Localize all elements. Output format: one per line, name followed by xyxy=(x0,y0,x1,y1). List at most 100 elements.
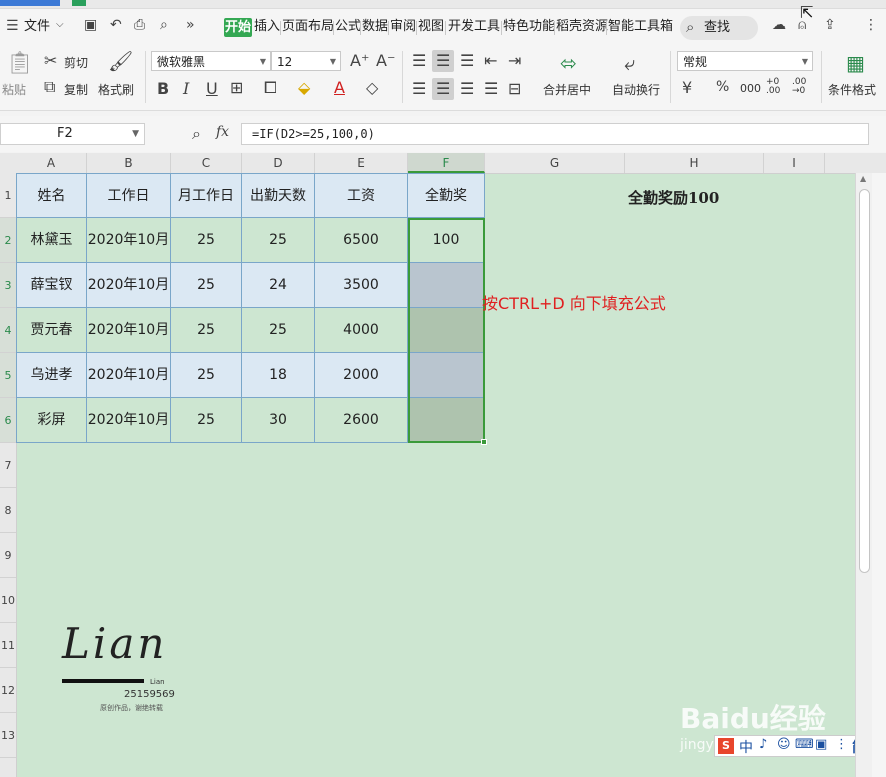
font-size-combo[interactable]: 12 ▼ xyxy=(271,51,341,71)
cell-style-icon[interactable]: ⧠ xyxy=(264,78,277,98)
menu-file[interactable]: 文件 xyxy=(24,18,50,36)
scissors-icon[interactable]: ✂ xyxy=(44,51,57,70)
cell-attendance-days[interactable]: 30 xyxy=(242,398,315,443)
copy-icon[interactable]: ⧉ xyxy=(44,77,55,97)
clear-format-icon[interactable]: ◇ xyxy=(366,78,378,97)
thousands-separator-button[interactable]: 000 xyxy=(740,82,761,95)
merge-center-icon[interactable]: ⬄ xyxy=(560,51,577,75)
doc-tab-active[interactable] xyxy=(0,0,60,6)
justify-icon[interactable]: ☰ xyxy=(484,79,498,98)
cell-month-workdays[interactable]: 25 xyxy=(171,398,242,443)
align-bottom-icon[interactable]: ☰ xyxy=(460,51,474,70)
row-header-7[interactable]: 7 xyxy=(0,443,16,488)
column-header-h[interactable]: H xyxy=(625,153,764,173)
conditional-format-button[interactable]: 条件格式 xyxy=(828,81,876,98)
print-preview-icon[interactable]: ⌕ xyxy=(160,17,168,33)
ime-punct-icon[interactable]: ♪ xyxy=(759,737,767,752)
paste-icon[interactable]: 📋︎ xyxy=(6,51,34,76)
cell-name[interactable]: 薛宝钗 xyxy=(16,263,87,308)
bold-button[interactable]: B xyxy=(157,79,169,98)
copy-button[interactable]: 复制 xyxy=(64,81,88,98)
fill-color-icon[interactable]: ⬙ xyxy=(298,78,310,97)
borders-icon[interactable]: ⊞ xyxy=(230,78,243,97)
row-header-3[interactable]: 3 xyxy=(0,263,16,308)
cell-month-workdays[interactable]: 25 xyxy=(171,353,242,398)
column-header-e[interactable]: E xyxy=(315,153,408,173)
cut-button[interactable]: 剪切 xyxy=(64,54,88,71)
cell-attendance-days[interactable]: 25 xyxy=(242,218,315,263)
cell-salary[interactable]: 2600 xyxy=(315,398,408,443)
tab-formulas[interactable]: 公式 xyxy=(335,18,361,36)
selection-range[interactable] xyxy=(408,218,485,443)
align-left-icon[interactable]: ☰ xyxy=(412,79,426,98)
currency-button[interactable]: ¥ xyxy=(682,78,692,97)
hamburger-menu-icon[interactable]: ☰ xyxy=(6,18,19,34)
vertical-scrollbar[interactable]: ▲ xyxy=(855,173,873,777)
row-header-13[interactable]: 13 xyxy=(0,713,16,758)
row-header-5[interactable]: 5 xyxy=(0,353,16,398)
percent-button[interactable]: % xyxy=(716,79,729,95)
cell-name[interactable]: 林黛玉 xyxy=(16,218,87,263)
share-icon[interactable]: ⇪ xyxy=(824,17,836,33)
row-header-1[interactable]: 1 xyxy=(0,173,16,218)
column-header-a[interactable]: A xyxy=(16,153,87,173)
font-name-combo[interactable]: 微软雅黑 ▼ xyxy=(151,51,271,71)
save-icon[interactable]: ▣ xyxy=(84,17,97,33)
underline-button[interactable]: U xyxy=(206,79,218,98)
cell-salary[interactable]: 4000 xyxy=(315,308,408,353)
ime-more-icon[interactable]: ⋮ xyxy=(835,737,848,752)
cell-month-workdays[interactable]: 25 xyxy=(171,308,242,353)
row-header-4[interactable]: 4 xyxy=(0,308,16,353)
row-header-2[interactable]: 2 xyxy=(0,218,16,263)
more-icon[interactable]: » xyxy=(186,17,195,33)
conditional-format-icon[interactable]: ▦ xyxy=(846,51,865,75)
ime-chinese-mode[interactable]: 中 xyxy=(739,737,753,757)
row-header-12[interactable]: 12 xyxy=(0,668,16,713)
cell-workday[interactable]: 2020年10月 xyxy=(87,308,171,353)
chevron-down-icon[interactable]: ⌵ xyxy=(56,19,64,30)
ime-emoji-icon[interactable]: ☺ xyxy=(777,737,791,752)
cell-attendance-days[interactable]: 24 xyxy=(242,263,315,308)
row-header-8[interactable]: 8 xyxy=(0,488,16,533)
font-color-icon[interactable]: A xyxy=(334,78,345,97)
cell-name[interactable]: 乌进孝 xyxy=(16,353,87,398)
scrollbar-thumb[interactable] xyxy=(859,189,870,573)
header-cell-name[interactable]: 姓名 xyxy=(16,173,87,218)
number-format-combo[interactable]: 常规 ▼ xyxy=(677,51,813,71)
italic-button[interactable]: I xyxy=(183,79,189,98)
align-right-icon[interactable]: ☰ xyxy=(460,79,474,98)
search-box[interactable]: ⌕ 查找 xyxy=(680,16,758,40)
cell-name[interactable]: 贾元春 xyxy=(16,308,87,353)
tab-page-layout[interactable]: 页面布局 xyxy=(282,18,334,36)
header-cell-workday[interactable]: 工作日 xyxy=(87,173,171,218)
cloud-icon[interactable]: ☁ xyxy=(772,17,786,33)
wrap-text-icon[interactable]: ⤶ xyxy=(624,51,635,75)
tab-view[interactable]: 视图 xyxy=(418,18,444,36)
cell-name[interactable]: 彩屏 xyxy=(16,398,87,443)
more-vertical-icon[interactable]: ⋮ xyxy=(864,17,878,33)
distributed-icon[interactable]: ⊟ xyxy=(508,79,521,98)
chevron-down-icon[interactable]: ▼ xyxy=(132,124,139,144)
tab-insert[interactable]: 插入 xyxy=(254,18,280,36)
tab-start[interactable]: 开始 xyxy=(224,18,252,37)
decrease-font-icon[interactable]: A⁻ xyxy=(376,51,395,70)
ime-toolbar[interactable]: S 中 ♪ ☺ ⌨ ▣ ⋮ xyxy=(714,735,856,757)
format-painter-button[interactable]: 格式刷 xyxy=(98,81,134,98)
column-header-g[interactable]: G xyxy=(485,153,625,173)
cell-attendance-days[interactable]: 25 xyxy=(242,308,315,353)
header-cell-attendance-bonus[interactable]: 全勤奖 xyxy=(408,173,485,218)
cell-month-workdays[interactable]: 25 xyxy=(171,263,242,308)
paste-button-label[interactable]: 粘贴 xyxy=(2,81,26,98)
formula-input[interactable]: =IF(D2>=25,100,0) xyxy=(241,123,869,145)
increase-font-icon[interactable]: A⁺ xyxy=(350,51,369,70)
print-icon[interactable]: ⎙ xyxy=(134,17,145,33)
name-box[interactable]: F2 ▼ xyxy=(0,123,145,145)
cell-workday[interactable]: 2020年10月 xyxy=(87,263,171,308)
cell-salary[interactable]: 6500 xyxy=(315,218,408,263)
chevron-down-icon[interactable]: ▼ xyxy=(802,52,808,72)
column-header-c[interactable]: C xyxy=(171,153,242,173)
format-painter-icon[interactable]: 🖌︎ xyxy=(108,49,133,73)
header-cell-attendance-days[interactable]: 出勤天数 xyxy=(242,173,315,218)
increase-indent-icon[interactable]: ⇥ xyxy=(508,51,521,70)
tab-developer[interactable]: 开发工具 xyxy=(448,18,500,36)
